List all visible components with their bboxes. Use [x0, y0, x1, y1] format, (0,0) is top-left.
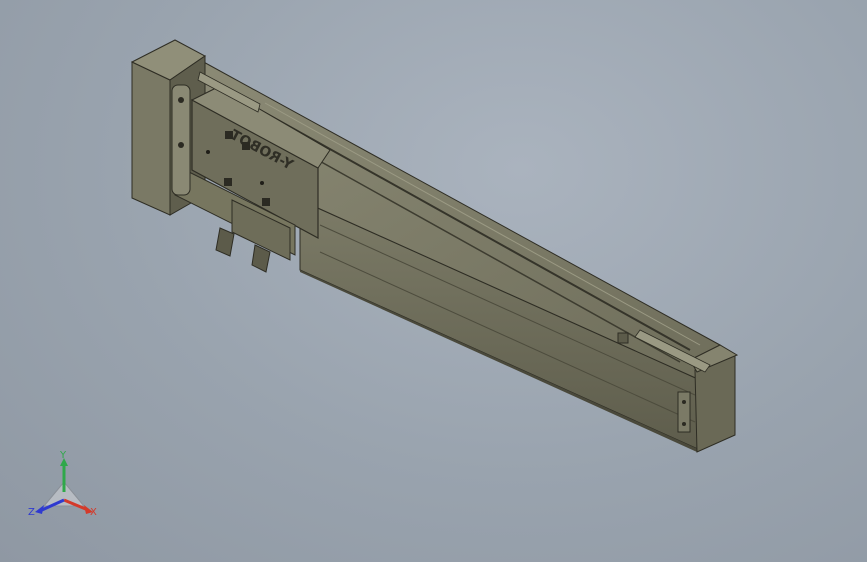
carriage-hole: [206, 150, 210, 154]
end-cap-screw: [682, 400, 686, 404]
carriage-bolt: [242, 142, 250, 150]
end-cap-block: [617, 332, 629, 344]
carriage-bolt: [262, 198, 270, 206]
clamp-lever[interactable]: [215, 227, 235, 257]
motor-block-front: [131, 61, 171, 216]
end-cap-screw: [682, 422, 686, 426]
clamp-screw: [178, 97, 184, 103]
cad-viewport[interactable]: Y-ROBOT Y X Z: [0, 0, 867, 562]
carriage-bolt: [225, 131, 233, 139]
clamp-screw: [178, 142, 184, 148]
linear-actuator-model[interactable]: Y-ROBOT: [0, 0, 867, 562]
carriage-hole: [260, 181, 264, 185]
carriage-bolt: [224, 178, 232, 186]
